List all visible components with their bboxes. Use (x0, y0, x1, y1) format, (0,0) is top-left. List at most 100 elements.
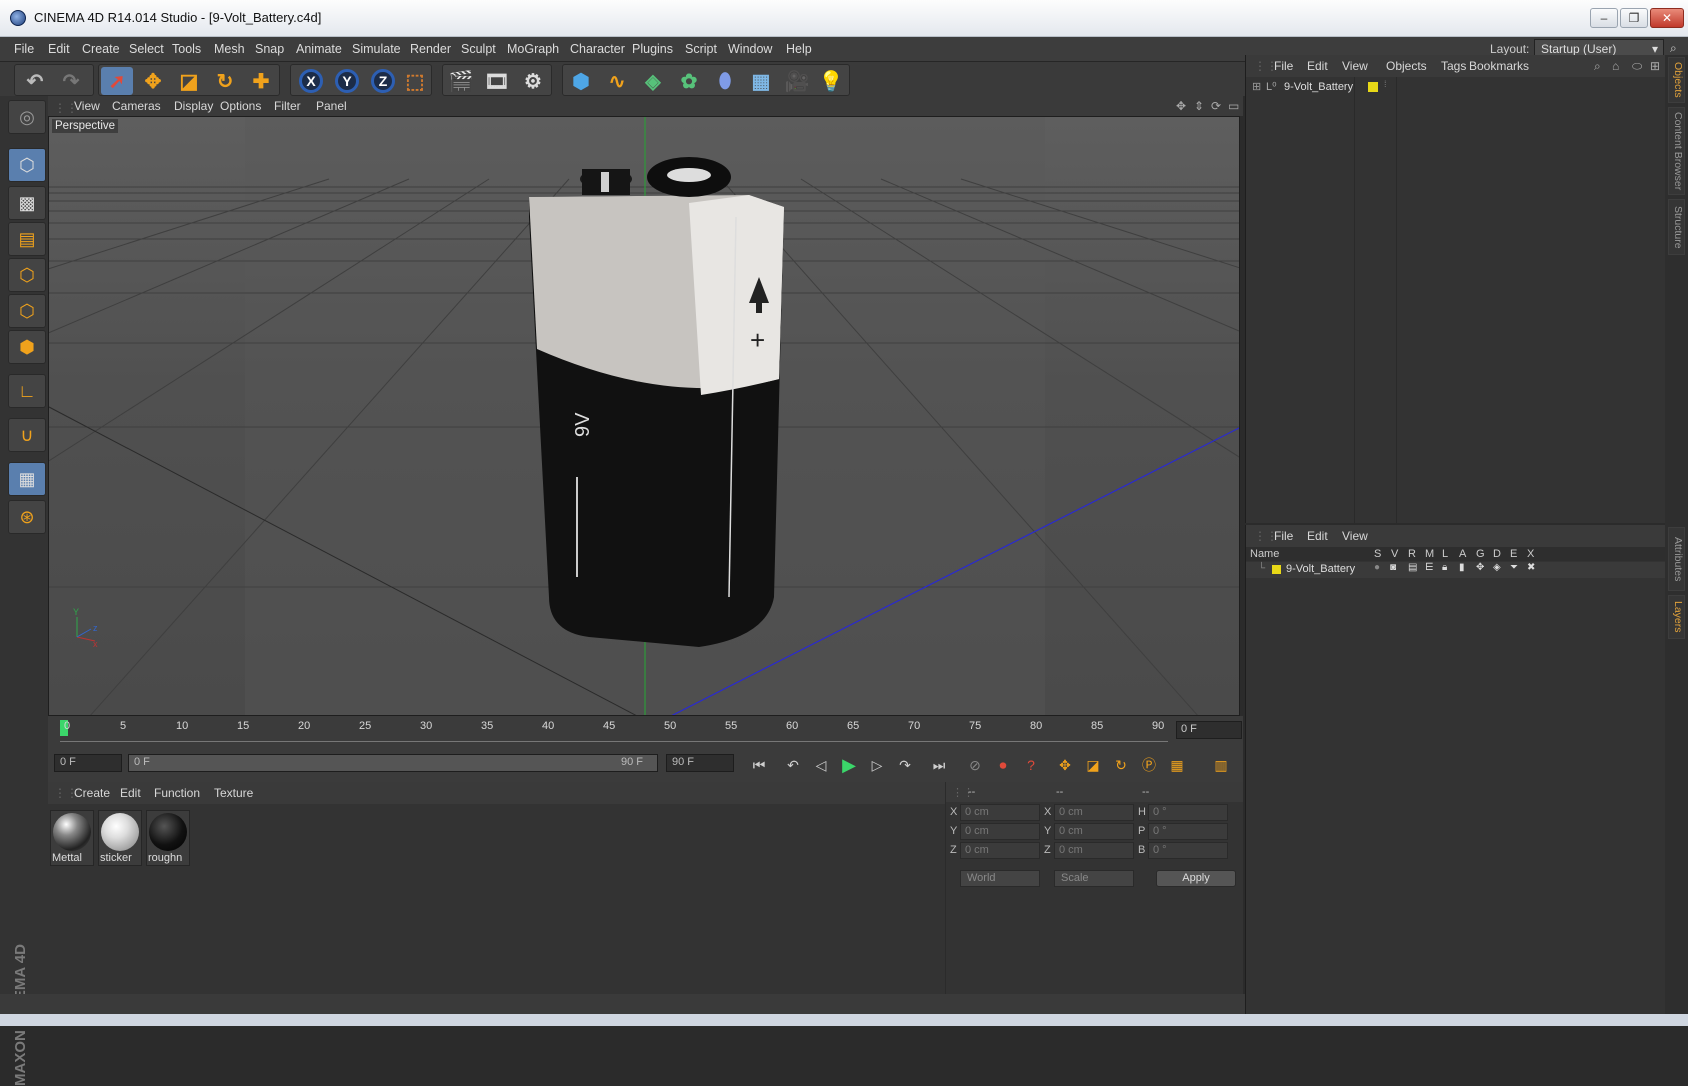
menu-create[interactable]: Create (82, 42, 120, 56)
layer-row[interactable]: └ 9-Volt_Battery ● ◙ ▤ ⋿ 🔒︎ ▮ ✥ ◈ ⏷ ✖ (1246, 562, 1666, 578)
menu-help[interactable]: Help (786, 42, 812, 56)
tab-content-browser[interactable]: Content Browser (1668, 107, 1685, 195)
apply-button[interactable]: Apply (1156, 870, 1236, 887)
y-axis-icon[interactable]: Y (331, 67, 363, 95)
coordinate-system-icon[interactable]: ⬚ (399, 67, 431, 95)
rotation-p-field[interactable]: 0 ° (1148, 823, 1228, 840)
key-rotation-icon[interactable]: ↻ (1110, 754, 1132, 776)
magnet-icon[interactable]: ∪ (8, 418, 46, 452)
current-frame-field[interactable]: 0 F (54, 754, 122, 772)
cube-icon[interactable]: ⬢ (565, 67, 597, 95)
xref-toggle-icon[interactable]: ✖ (1527, 562, 1535, 573)
menu-snap[interactable]: Snap (255, 42, 284, 56)
menu-mograph[interactable]: MoGraph (507, 42, 559, 56)
key-parameter-icon[interactable]: Ⓟ (1138, 754, 1160, 776)
object-row-battery[interactable]: ⊞ L⁰ 9-Volt_Battery ⁞ (1246, 79, 1666, 97)
snap-icon[interactable]: ⊛ (8, 500, 46, 534)
previous-key-icon[interactable]: ↶ (782, 754, 804, 776)
menu-plugins[interactable]: Plugins (632, 42, 673, 56)
axis-mode-icon[interactable]: ∟ (8, 374, 46, 408)
x-axis-icon[interactable]: X (295, 67, 327, 95)
menu-simulate[interactable]: Simulate (352, 42, 401, 56)
menu-select[interactable]: Select (129, 42, 164, 56)
menu-edit[interactable]: Edit (48, 42, 70, 56)
key-pla-icon[interactable]: ▦ (1166, 754, 1188, 776)
rotation-b-field[interactable]: 0 ° (1148, 842, 1228, 859)
scale-icon[interactable]: ◪ (173, 67, 205, 95)
render-toggle-icon[interactable]: ▤ (1408, 562, 1417, 573)
size-x-field[interactable]: 0 cm (1054, 804, 1134, 821)
tab-structure[interactable]: Structure (1668, 199, 1685, 255)
close-button[interactable]: ✕ (1650, 8, 1684, 28)
viewport-maximize-icon[interactable]: ▭ (1228, 99, 1239, 113)
floor-icon[interactable]: ▦ (745, 67, 777, 95)
column-manager[interactable]: M (1425, 548, 1434, 560)
viewport-menu-filter[interactable]: Filter (274, 99, 301, 113)
workplane-lock-icon[interactable]: ▦ (8, 462, 46, 496)
material-menu-edit[interactable]: Edit (120, 786, 141, 800)
menu-sculpt[interactable]: Sculpt (461, 42, 496, 56)
maximize-button[interactable]: ❐ (1620, 8, 1648, 28)
minimize-button[interactable]: ‒ (1590, 8, 1618, 28)
tab-layers[interactable]: Layers (1668, 595, 1685, 639)
timeline-ruler[interactable]: 0 5 10 15 20 25 30 35 40 45 50 55 60 65 … (48, 716, 1243, 746)
viewport-menu-view[interactable]: View (74, 99, 100, 113)
column-expressions[interactable]: E (1510, 548, 1517, 560)
tab-objects[interactable]: Objects (1668, 57, 1685, 103)
make-editable-icon[interactable]: ◎ (8, 100, 46, 134)
autokey-icon[interactable]: ? (1020, 754, 1042, 776)
array-icon[interactable]: ✿ (673, 67, 705, 95)
visibility-dots-icon[interactable]: ⁞ (1384, 79, 1387, 89)
polygons-mode-icon[interactable]: ⬢ (8, 330, 46, 364)
expand-icon[interactable]: ⊞ (1252, 80, 1261, 93)
column-name[interactable]: Name (1250, 548, 1279, 560)
menu-window[interactable]: Window (728, 42, 772, 56)
menu-script[interactable]: Script (685, 42, 717, 56)
column-solo[interactable]: S (1374, 548, 1381, 560)
material-menu-function[interactable]: Function (154, 786, 200, 800)
collapse-icon[interactable]: ⬭ (1632, 59, 1642, 74)
lock-toggle-icon[interactable]: 🔒︎ (1442, 562, 1447, 573)
menu-render[interactable]: Render (410, 42, 451, 56)
render-settings-icon[interactable]: ⚙ (517, 67, 549, 95)
viewport-menu-panel[interactable]: Panel (316, 99, 347, 113)
rotation-h-field[interactable]: 0 ° (1148, 804, 1228, 821)
material-menu-texture[interactable]: Texture (214, 786, 253, 800)
layers-menu-edit[interactable]: Edit (1307, 529, 1328, 543)
view-toggle-icon[interactable]: ◙ (1390, 562, 1396, 573)
max-frame-field[interactable]: 90 F (666, 754, 734, 772)
nurbs-icon[interactable]: ◈ (637, 67, 669, 95)
position-z-field[interactable]: 0 cm (960, 842, 1040, 859)
viewport-nav-move-icon[interactable]: ✥ (1176, 99, 1186, 113)
deformer-icon[interactable]: ⬮ (709, 67, 741, 95)
motion-record-icon[interactable]: ⊘ (964, 754, 986, 776)
render-picture-viewer-icon[interactable]: 🎞 (481, 67, 513, 95)
viewport-menu-cameras[interactable]: Cameras (112, 99, 161, 113)
objects-menu-view[interactable]: View (1342, 59, 1368, 73)
viewport-3d[interactable]: + 9V Y z x Perspective (48, 116, 1240, 716)
frame-range-slider[interactable]: 0 F 90 F (128, 754, 658, 772)
next-frame-icon[interactable]: ▷ (866, 754, 888, 776)
deformer-toggle-icon[interactable]: ◈ (1493, 562, 1501, 573)
column-deformers[interactable]: D (1493, 548, 1501, 560)
key-scale-icon[interactable]: ◪ (1082, 754, 1104, 776)
model-mode-icon[interactable]: ⬡ (8, 148, 46, 182)
tab-attributes[interactable]: Attributes (1668, 527, 1685, 591)
column-animation[interactable]: A (1459, 548, 1466, 560)
menu-tools[interactable]: Tools (172, 42, 201, 56)
coord-scale-dropdown[interactable]: Scale (1054, 870, 1134, 887)
add-icon[interactable]: ✚ (245, 67, 277, 95)
search-icon[interactable]: ⌕ (1670, 41, 1677, 56)
viewport-nav-zoom-icon[interactable]: ⇕ (1194, 99, 1204, 113)
column-render[interactable]: R (1408, 548, 1416, 560)
undo-icon[interactable]: ↶ (19, 67, 51, 95)
record-keys-icon[interactable]: ⏺ (992, 754, 1014, 776)
live-select-icon[interactable]: ➚ (101, 67, 133, 95)
size-z-field[interactable]: 0 cm (1054, 842, 1134, 859)
generator-toggle-icon[interactable]: ✥ (1476, 562, 1484, 573)
layers-menu-view[interactable]: View (1342, 529, 1368, 543)
previous-frame-icon[interactable]: ◁ (810, 754, 832, 776)
column-locked[interactable]: L (1442, 548, 1448, 560)
timeline-layout-icon[interactable]: ▥ (1210, 754, 1232, 776)
column-generators[interactable]: G (1476, 548, 1485, 560)
